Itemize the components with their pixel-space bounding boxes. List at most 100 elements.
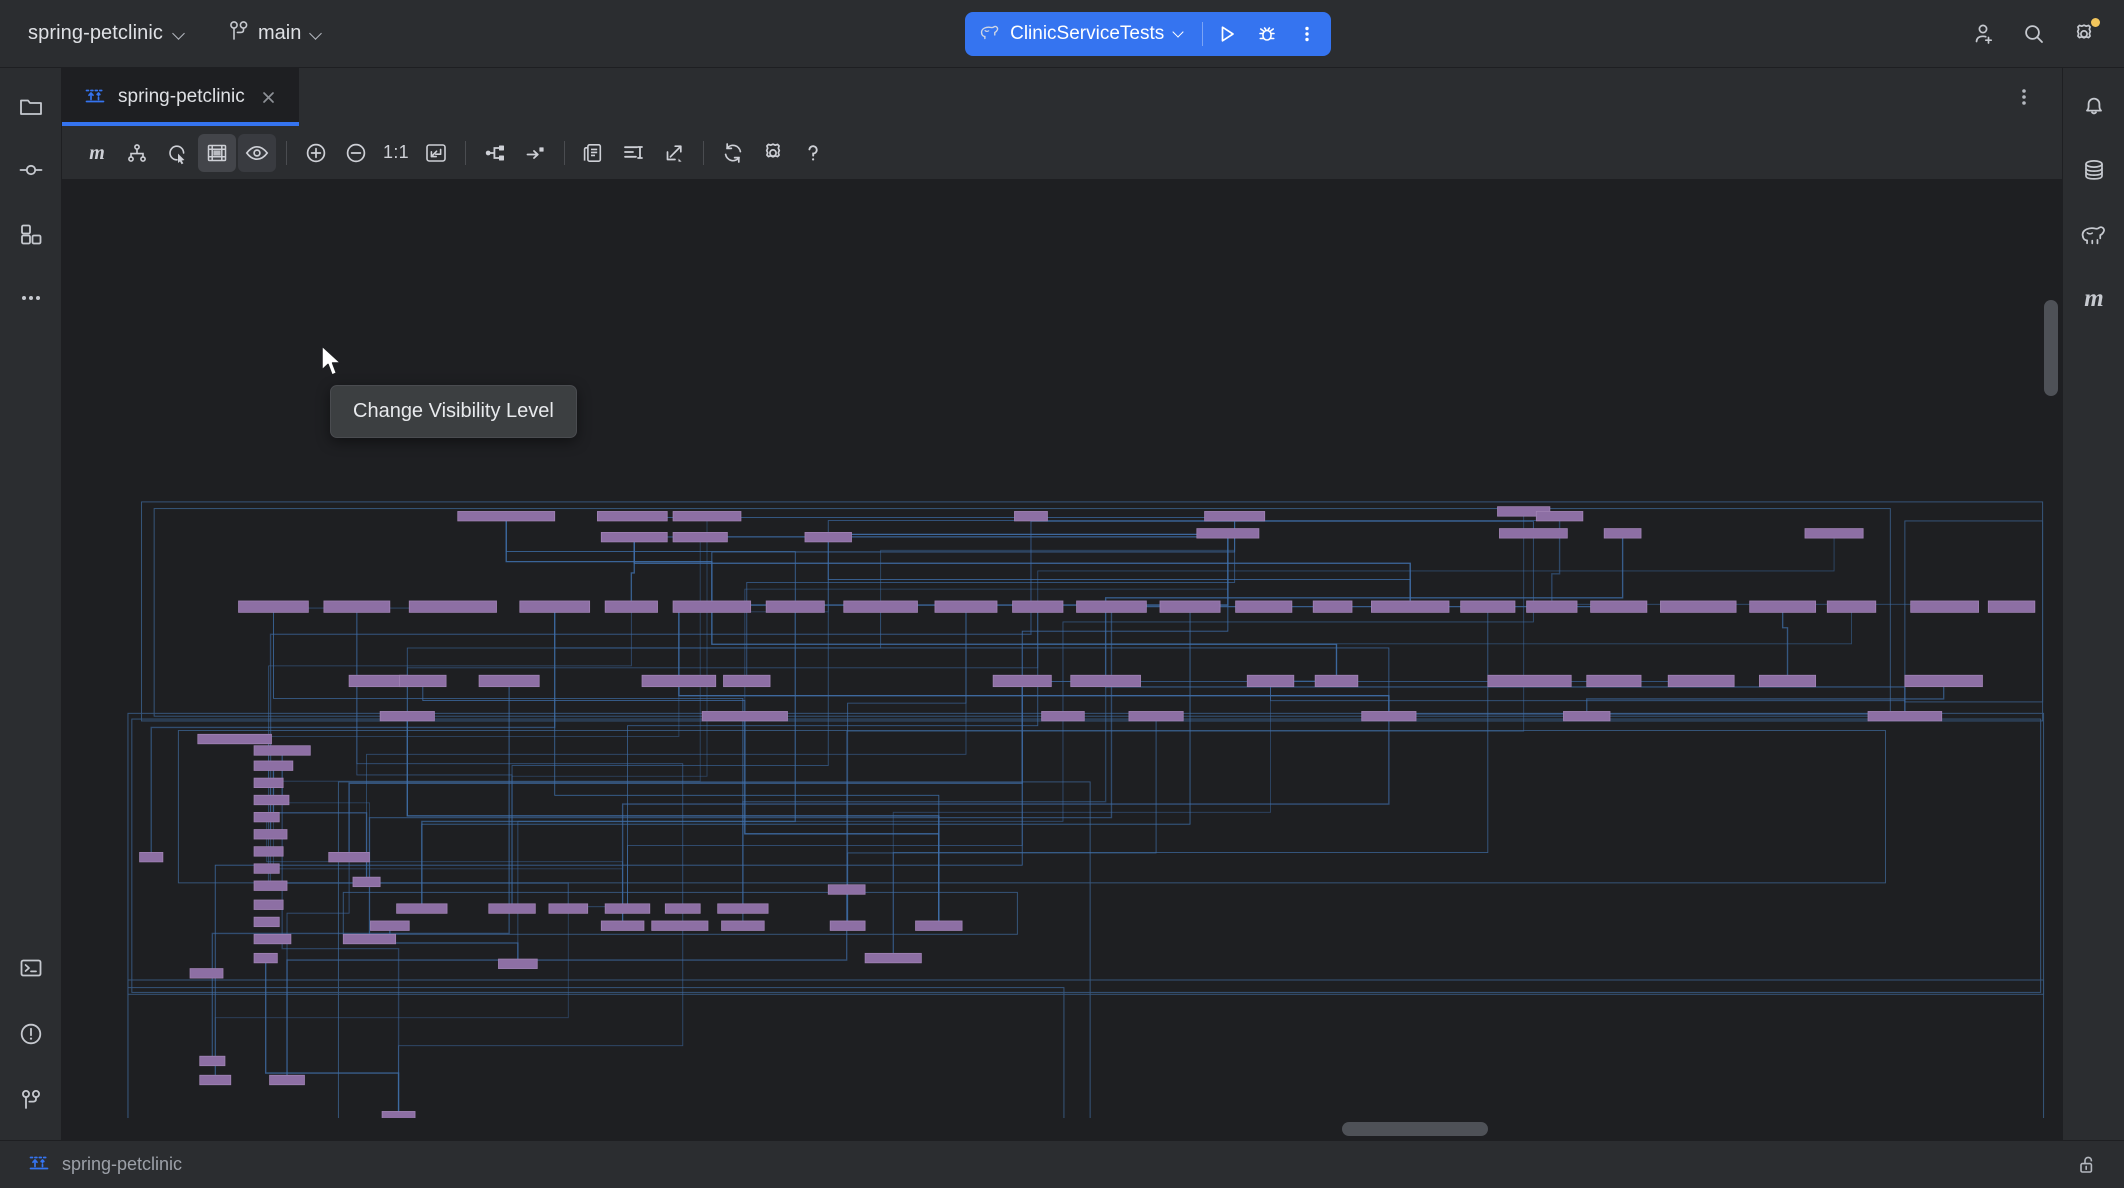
git-branch-selector[interactable]: main — [219, 14, 334, 53]
diagram-node[interactable] — [409, 601, 496, 612]
diagram-node[interactable] — [1988, 601, 2035, 612]
sidebar-item-project[interactable] — [9, 84, 53, 128]
diagram-node[interactable] — [722, 921, 765, 931]
horizontal-scrollbar[interactable] — [1342, 1122, 1488, 1136]
diagram-node[interactable] — [324, 601, 390, 612]
diagram-node[interactable] — [370, 921, 409, 931]
diagram-node[interactable] — [1488, 675, 1571, 686]
diagram-node[interactable] — [673, 532, 727, 542]
sidebar-item-notifications[interactable] — [2072, 84, 2116, 128]
project-selector[interactable]: spring-petclinic — [18, 16, 197, 51]
diagram-node[interactable] — [254, 934, 291, 944]
diagram-node[interactable] — [1563, 711, 1610, 721]
diagram-node[interactable] — [329, 852, 370, 862]
diagram-node[interactable] — [605, 601, 657, 612]
diagram-node[interactable] — [1077, 601, 1147, 612]
diagram-node[interactable] — [1668, 675, 1734, 686]
diagram-node[interactable] — [1587, 675, 1641, 686]
focus-selection-button[interactable] — [158, 134, 196, 172]
diagram-node[interactable] — [1750, 601, 1816, 612]
sidebar-item-maven[interactable]: m — [2072, 276, 2116, 320]
diagram-node[interactable] — [830, 921, 865, 931]
read-only-toggle[interactable] — [2070, 1149, 2106, 1181]
diagram-node[interactable] — [349, 675, 407, 686]
diagram-node[interactable] — [1371, 601, 1449, 612]
tab-options-button[interactable] — [2002, 77, 2046, 117]
diagram-node[interactable] — [718, 904, 768, 914]
diagram-node[interactable] — [270, 1075, 305, 1085]
diagram-node[interactable] — [935, 601, 997, 612]
diagram-node[interactable] — [1905, 675, 1983, 686]
status-project-item[interactable]: spring-petclinic — [18, 1147, 192, 1182]
tab-spring-petclinic[interactable]: spring-petclinic — [62, 68, 299, 126]
diagram-node[interactable] — [1071, 675, 1141, 686]
diagram-node[interactable] — [1313, 601, 1352, 612]
diagram-node[interactable] — [1499, 529, 1567, 539]
actual-size-button[interactable]: 1:1 — [377, 134, 415, 172]
diagram-node[interactable] — [200, 1075, 231, 1085]
vertical-scrollbar[interactable] — [2044, 300, 2058, 396]
diagram-node[interactable] — [140, 852, 163, 862]
diagram-node[interactable] — [397, 904, 447, 914]
diagram-node[interactable] — [1604, 529, 1641, 539]
diagram-node[interactable] — [723, 675, 770, 686]
diagram-node[interactable] — [380, 711, 434, 721]
diagram-node[interactable] — [498, 959, 537, 969]
toggle-labels-button[interactable] — [615, 134, 653, 172]
close-icon[interactable] — [257, 85, 281, 109]
diagram-node[interactable] — [1527, 601, 1577, 612]
diagram-node[interactable] — [254, 778, 283, 788]
diagram-node[interactable] — [597, 511, 667, 521]
change-visibility-level-button[interactable] — [238, 134, 276, 172]
show-structure-button[interactable] — [118, 134, 156, 172]
diagram-node[interactable] — [1868, 711, 1942, 721]
diagram-node[interactable] — [1013, 601, 1063, 612]
diagram-node[interactable] — [1205, 511, 1265, 521]
diagram-node[interactable] — [601, 532, 667, 542]
diagram-node[interactable] — [1014, 511, 1047, 521]
diagram-node[interactable] — [343, 934, 395, 944]
diagram-node[interactable] — [489, 904, 536, 914]
run-button[interactable] — [1207, 15, 1247, 53]
diagram-node[interactable] — [601, 921, 644, 931]
diagram-node[interactable] — [254, 761, 293, 771]
diagram-node[interactable] — [479, 675, 539, 686]
diagram-node[interactable] — [1805, 529, 1863, 539]
diagram-node[interactable] — [254, 953, 277, 963]
sidebar-item-commit[interactable] — [9, 148, 53, 192]
diagram-node[interactable] — [1042, 711, 1085, 721]
diagram-settings-button[interactable] — [754, 134, 792, 172]
diagram-node[interactable] — [652, 921, 708, 931]
sidebar-item-terminal[interactable] — [9, 946, 53, 990]
zoom-in-button[interactable] — [297, 134, 335, 172]
diagram-node[interactable] — [1129, 711, 1183, 721]
diagram-node[interactable] — [1461, 601, 1515, 612]
diagram-node[interactable] — [254, 847, 283, 857]
diagram-node[interactable] — [200, 1056, 225, 1066]
diagram-node[interactable] — [254, 900, 283, 910]
sidebar-item-problems[interactable] — [9, 1012, 53, 1056]
sidebar-item-database[interactable] — [2072, 148, 2116, 192]
diagram-node[interactable] — [254, 864, 279, 874]
run-more-button[interactable] — [1287, 15, 1327, 53]
diagram-node[interactable] — [702, 711, 787, 721]
diagram-node[interactable] — [1160, 601, 1220, 612]
diagram-node[interactable] — [254, 812, 279, 822]
diagram-node[interactable] — [549, 904, 588, 914]
diagram-node[interactable] — [254, 795, 289, 805]
diagram-node[interactable] — [828, 885, 865, 895]
diagram-canvas[interactable]: Change Visibility Level — [62, 180, 2062, 1140]
diagram-node[interactable] — [1315, 675, 1358, 686]
diagram-node[interactable] — [865, 953, 921, 963]
help-button[interactable] — [794, 134, 832, 172]
diagram-node[interactable] — [993, 675, 1051, 686]
refresh-diagram-button[interactable] — [714, 134, 752, 172]
diagram-node[interactable] — [400, 675, 447, 686]
diagram-node[interactable] — [1247, 675, 1294, 686]
diagram-node[interactable] — [1759, 675, 1815, 686]
sidebar-item-more[interactable] — [9, 276, 53, 320]
settings-button[interactable] — [2062, 12, 2106, 56]
diagram-node[interactable] — [805, 532, 852, 542]
diagram-node[interactable] — [1827, 601, 1875, 612]
diagram-node[interactable] — [665, 904, 700, 914]
